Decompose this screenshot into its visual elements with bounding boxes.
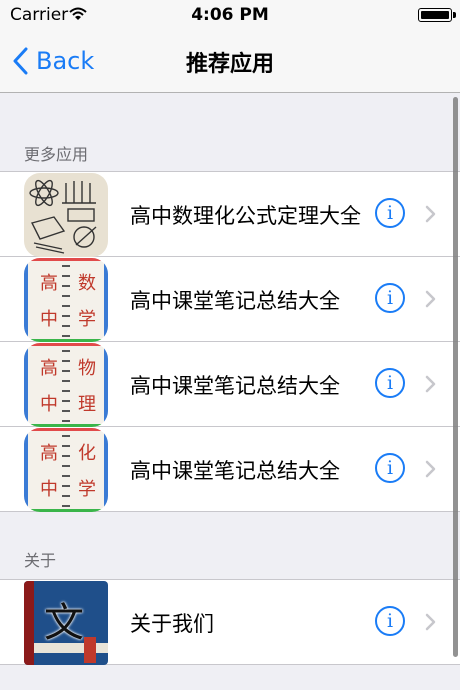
badge-char: 学 — [78, 479, 96, 500]
navigation-bar: Back 推荐应用 — [0, 30, 460, 93]
badge-char: 中 — [40, 479, 58, 500]
app-row-notes-math[interactable]: 高 中 数 学 高中课堂笔记总结大全 i — [0, 257, 460, 342]
chevron-right-icon — [425, 375, 436, 393]
row-label: 关于我们 — [130, 612, 214, 636]
status-bar: Carrier 4:06 PM — [0, 0, 460, 30]
page-title: 推荐应用 — [185, 52, 274, 77]
badge-char: 高 — [40, 443, 58, 464]
badge-char: 学 — [78, 309, 96, 330]
app-row-notes-chemistry[interactable]: 高 中 化 学 高中课堂笔记总结大全 i — [0, 427, 460, 512]
badge-char: 化 — [78, 443, 96, 464]
info-icon[interactable]: i — [375, 453, 405, 483]
badge-char: 文 — [44, 600, 84, 646]
section-header-about: 关于 — [24, 551, 57, 570]
about-us-row[interactable]: 文 关于我们 i — [0, 580, 460, 665]
info-icon[interactable]: i — [375, 606, 405, 636]
chevron-right-icon — [425, 460, 436, 478]
section-header-more-apps: 更多应用 — [24, 145, 89, 164]
app-row-notes-physics[interactable]: 高 中 物 理 高中课堂笔记总结大全 i — [0, 342, 460, 427]
badge-char: 高 — [40, 273, 58, 294]
chevron-right-icon — [425, 290, 436, 308]
badge-char: 理 — [78, 394, 96, 415]
badge-char: 中 — [40, 394, 58, 415]
row-label: 高中课堂笔记总结大全 — [130, 289, 340, 313]
row-label: 高中课堂笔记总结大全 — [130, 459, 340, 483]
chevron-right-icon — [425, 613, 436, 631]
battery-icon — [418, 8, 456, 22]
more-apps-group: 高中数理化公式定理大全 i 高 中 数 学 高中课堂笔记总结大全 i 高 中 物… — [0, 171, 460, 512]
info-icon[interactable]: i — [375, 198, 405, 228]
badge-char: 数 — [78, 273, 96, 294]
badge-char: 中 — [40, 309, 58, 330]
app-row-formulas[interactable]: 高中数理化公式定理大全 i — [0, 172, 460, 257]
row-label: 高中数理化公式定理大全 — [130, 204, 361, 228]
info-icon[interactable]: i — [375, 283, 405, 313]
info-icon[interactable]: i — [375, 368, 405, 398]
table-view[interactable]: 更多应用 高中数理化公式定理大全 i 高 中 数 学 高中课堂笔记总结大全 i … — [0, 93, 460, 690]
badge-char: 高 — [40, 358, 58, 379]
science-sketch-app-icon — [24, 173, 108, 257]
badge-char: 物 — [78, 358, 96, 379]
scrollbar[interactable] — [453, 97, 458, 657]
row-label: 高中课堂笔记总结大全 — [130, 374, 340, 398]
chevron-right-icon — [425, 205, 436, 223]
about-group: 文 关于我们 i — [0, 579, 460, 665]
clock: 4:06 PM — [191, 5, 269, 25]
